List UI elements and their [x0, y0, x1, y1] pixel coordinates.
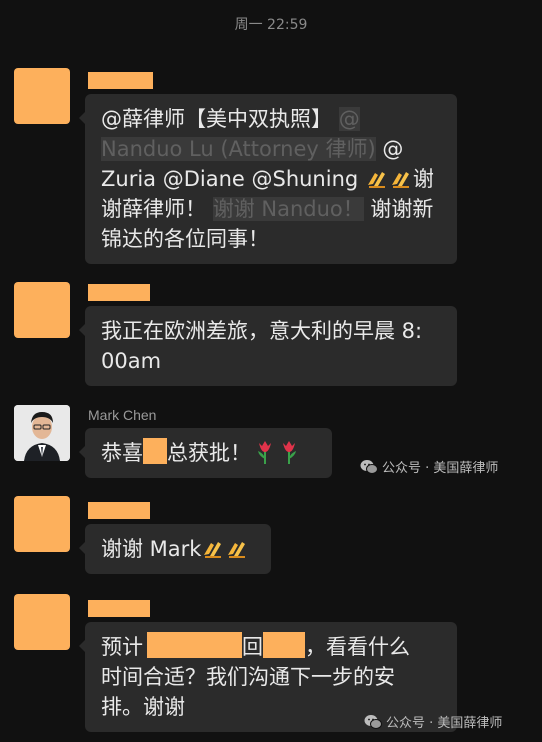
avatar[interactable] [14, 405, 70, 461]
message-text: 回 [242, 635, 263, 659]
wechat-icon [360, 459, 378, 474]
watermark-text: 公众号 · 美国薛律师 [386, 716, 503, 731]
profile-photo-icon [14, 405, 70, 461]
avatar[interactable] [14, 282, 70, 338]
timestamp: 周一 22:59 [234, 17, 308, 33]
message-text: @薛律师【美中双执照】 [101, 107, 332, 131]
redacted-sender-name [88, 502, 150, 519]
message-text: 谢谢 Mark [101, 537, 202, 561]
avatar[interactable] [14, 68, 70, 124]
mention-highlight[interactable]: @ [338, 107, 360, 131]
tulip-icon [279, 439, 299, 465]
mention-highlight[interactable]: Nanduo Lu (Attorney 律师) [101, 137, 376, 161]
message-text: Zuria @Diane @Shuning [101, 167, 365, 191]
message-text: @ [375, 137, 404, 161]
message-text: 预计 [101, 635, 143, 659]
message-bubble[interactable]: @薛律师【美中双执照】 @ Nanduo Lu (Attorney 律师) @ … [79, 94, 457, 264]
clap-icon [201, 537, 225, 559]
watermark: 公众号 · 美国薛律师 [364, 712, 502, 731]
watermark: 公众号 · 美国薛律师 [360, 457, 498, 476]
redaction-block [143, 438, 167, 464]
message-bubble[interactable]: 我正在欧洲差旅，意大利的早晨 8: 00am [79, 306, 457, 386]
message-text: 我正在欧洲差旅，意大利的早晨 8: [101, 319, 423, 343]
redacted-sender-name [88, 284, 150, 301]
clap-icon [389, 167, 413, 189]
message-bubble[interactable]: 谢谢 Mark [79, 524, 271, 574]
message-text: 恭喜 [101, 441, 143, 465]
message-text: 时间合适？我们沟通下一步的安 [101, 665, 395, 689]
sender-name: Mark Chen [88, 407, 157, 423]
message-text: 00am [101, 349, 162, 373]
message-text: 谢 [412, 167, 434, 191]
watermark-text: 公众号 · 美国薛律师 [382, 461, 499, 476]
mention-highlight[interactable]: 谢谢 Nanduo！ [212, 197, 364, 221]
redacted-sender-name [88, 600, 150, 617]
message-text: 谢谢新 [363, 197, 434, 221]
avatar[interactable] [14, 594, 70, 650]
message-text: ，看看什么 [305, 635, 410, 659]
tulip-icon [255, 439, 275, 465]
clap-icon [365, 167, 389, 189]
message-text: 锦达的各位同事！ [101, 227, 269, 251]
avatar[interactable] [14, 496, 70, 552]
message-text: 总获批！ [167, 441, 251, 465]
redaction-block [263, 632, 305, 658]
redaction-block [147, 632, 242, 658]
message-bubble[interactable]: 恭喜 总获批！ [79, 428, 332, 478]
redacted-sender-name [88, 72, 153, 89]
wechat-icon [364, 714, 382, 729]
message-text: 谢薛律师！ [101, 197, 206, 221]
clap-icon [225, 537, 249, 559]
